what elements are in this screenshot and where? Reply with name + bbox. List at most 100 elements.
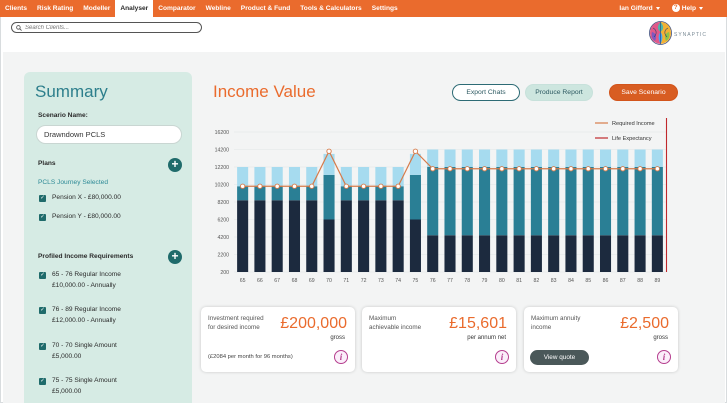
checkbox-checked[interactable]: ✓ [39,194,46,202]
bar-segment [496,167,508,236]
export-charts-button[interactable]: Export Chats [452,84,520,101]
required-income-point [464,166,470,172]
x-tick-label: 77 [447,278,453,284]
save-scenario-button[interactable]: Save Scenario [609,84,678,101]
y-tick-label: 6200 [217,218,229,224]
page-title: Income Value [213,82,316,101]
nav-settings[interactable]: Settings [367,0,403,17]
x-tick-label: 87 [620,278,626,284]
checkbox-checked[interactable]: ✓ [39,377,46,385]
plan-label: Pension Y - £80,000.00 [52,213,121,220]
bar-segment [392,200,404,272]
checkbox-checked[interactable]: ✓ [39,306,46,314]
logo-text: SYNAPTIC [674,32,708,38]
bar-segment [565,149,577,167]
x-tick-label: 70 [326,278,332,284]
x-tick-label: 86 [603,278,609,284]
x-tick-label: 79 [482,278,488,284]
bar-segment [582,235,594,272]
bar-segment [565,167,577,236]
bar-segment [461,235,473,272]
bar-segment [254,200,266,272]
bar-segment [599,167,612,236]
journey-label: PCLS Journey Selected [38,179,109,186]
scenario-name-input[interactable]: Drawndown PCLS [36,125,182,144]
x-tick-label: 73 [378,278,384,284]
summary-title: Summary [35,82,108,101]
required-income-point [568,166,574,172]
requirement-item[interactable]: ✓ 76 - 89 Regular Income £12,000.00 - Ann… [39,306,121,326]
bar-segment [427,235,439,272]
info-icon[interactable]: i [657,350,671,364]
chevron-down-icon [655,6,660,10]
bar-segment [340,167,352,187]
nav-clients[interactable]: Clients [0,0,32,17]
bar-segment [548,167,560,236]
bar-segment [496,149,508,167]
user-menu[interactable]: Ian Gifford [613,0,665,17]
nav-analyser[interactable]: Analyser [115,0,154,17]
y-tick-label: 4200 [217,235,229,241]
add-requirement-button[interactable]: + [168,250,182,264]
required-income-point [481,166,488,172]
bar-segment [651,235,663,272]
required-income-point [360,183,367,189]
bar-segment [358,200,370,272]
bar-segment [479,167,491,236]
requirement-item[interactable]: ✓ 70 - 70 Single Amount £5,000.00 [39,342,117,362]
bar-segment [599,235,612,272]
bar-segment [479,149,491,167]
checkbox-checked[interactable]: ✓ [39,213,46,221]
x-tick-label: 81 [516,278,522,284]
required-income-point [430,166,436,172]
plan-item[interactable]: ✓ Pension X - £80,000.00 [39,194,121,203]
produce-report-button[interactable]: Produce Report [525,84,593,101]
legend-label: Life Expectancy [612,136,652,142]
nav-tools-calculators[interactable]: Tools & Calculators [295,0,366,17]
annuity-card: Maximum annuity income £2,500 gross View… [524,307,678,372]
help-menu[interactable]: ? Help [666,0,709,17]
required-income-point [447,166,453,172]
requirement-item[interactable]: ✓ 75 - 75 Single Amount £5,000.00 [39,377,117,397]
bar-segment [582,149,594,167]
nav-comparator[interactable]: Comparator [153,0,200,17]
plan-item[interactable]: ✓ Pension Y - £80,000.00 [39,213,121,222]
y-tick-label: 12200 [215,165,230,171]
x-tick-label: 84 [568,278,574,284]
required-income-point [516,166,522,172]
view-quote-button[interactable]: View quote [530,350,589,365]
bar-segment [530,167,542,236]
y-tick-label: 10200 [215,183,230,189]
chevron-down-icon [699,6,703,10]
checkbox-checked[interactable]: ✓ [39,342,46,350]
required-income-point [378,183,384,189]
add-plan-button[interactable]: + [168,158,182,172]
required-income-point [395,183,401,189]
y-tick-label: 16200 [215,130,230,136]
nav-product-fund[interactable]: Product & Fund [236,0,295,17]
x-tick-label: 88 [637,278,643,284]
client-search[interactable] [11,22,202,33]
nav-webline[interactable]: Webline [201,0,236,17]
nav-modeller[interactable]: Modeller [78,0,115,17]
requirement-label: 75 - 75 Single Amount £5,000.00 [52,377,117,395]
x-tick-label: 69 [309,278,315,284]
bar-segment [651,149,663,167]
bar-segment [375,167,387,187]
info-icon[interactable]: i [334,350,348,364]
bar-segment [271,167,283,187]
bar-segment [409,153,421,175]
x-tick-label: 72 [361,278,367,284]
help-label: Help [681,5,696,12]
card-unit: gross [330,335,345,341]
nav-risk-rating[interactable]: Risk Rating [32,0,78,17]
bar-segment [271,200,283,272]
bar-segment [565,235,577,272]
y-tick-label: 200 [220,270,229,276]
info-icon[interactable]: i [495,350,509,364]
requirement-item[interactable]: ✓ 65 - 76 Regular Income £10,000.00 - Ann… [39,271,121,291]
x-tick-label: 89 [654,278,660,284]
search-input[interactable] [25,24,195,31]
max-income-card: Maximum achievable income £15,601 per an… [362,307,516,372]
checkbox-checked[interactable]: ✓ [39,271,46,279]
